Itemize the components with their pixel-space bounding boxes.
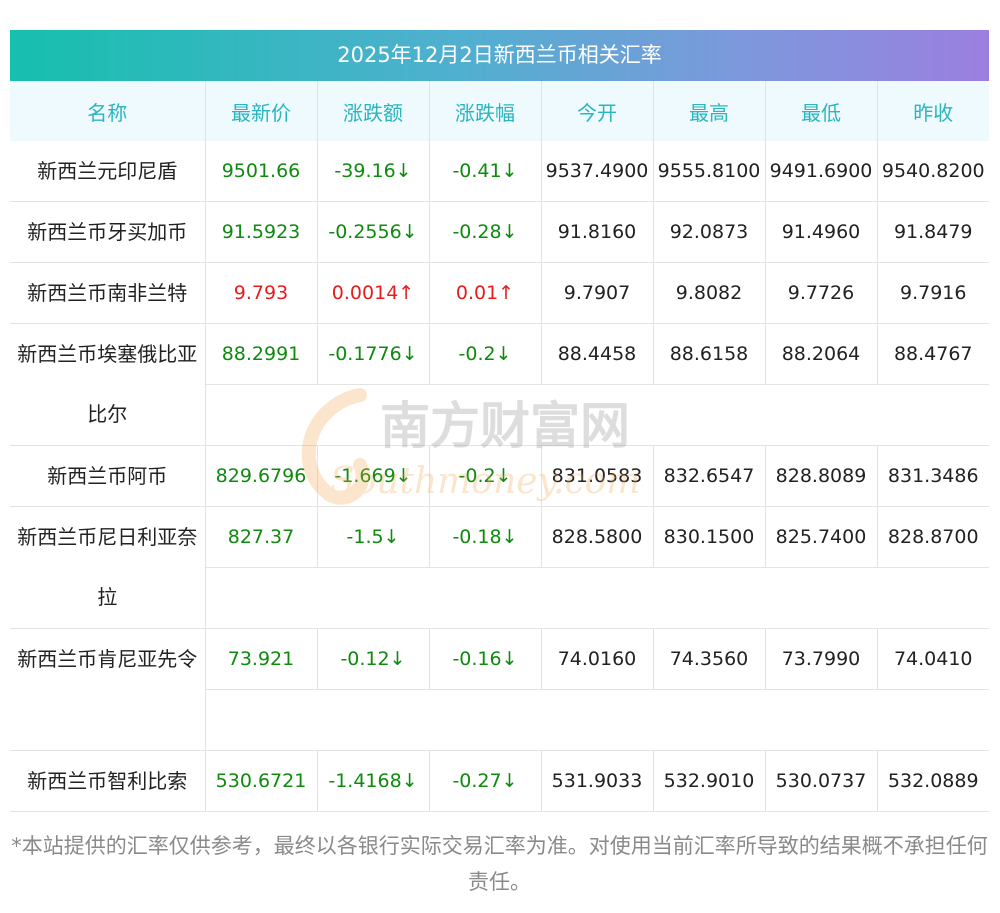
cell-prev: 831.3486 [877,445,989,507]
cell-open: 531.9033 [541,750,654,812]
currency-pair-name: 新西兰币埃塞俄比亚比尔 [10,323,206,446]
cell-open: 9537.4900 [541,141,654,202]
row-spacer [205,567,989,629]
cell-high: 830.1500 [653,506,766,568]
currency-pair-name: 新西兰币牙买加币 [10,201,206,263]
column-header-high: 最高 [653,81,766,141]
cell-pct: -0.18↓ [429,506,542,568]
cell-high: 92.0873 [653,201,766,263]
currency-pair-name: 新西兰币阿币 [10,445,206,507]
cell-open: 9.7907 [541,262,654,324]
column-header-open: 今开 [541,81,654,141]
cell-latest: 73.921 [205,628,318,690]
cell-high: 832.6547 [653,445,766,507]
cell-pct: -0.28↓ [429,201,542,263]
cell-open: 91.8160 [541,201,654,263]
cell-open: 74.0160 [541,628,654,690]
cell-low: 73.7990 [765,628,878,690]
row-spacer [205,689,989,751]
table-row: 新西兰币南非兰特 9.793 0.0014↑ 0.01↑ 9.7907 9.8082 9.7… [10,262,989,324]
cell-open: 831.0583 [541,445,654,507]
cell-low: 91.4960 [765,201,878,263]
cell-open: 88.4458 [541,323,654,385]
currency-pair-name: 新西兰币尼日利亚奈拉 [10,506,206,629]
cell-change: -0.12↓ [317,628,430,690]
cell-prev: 9.7916 [877,262,989,324]
table-body: 新西兰元印尼盾 9501.66 -39.16↓ -0.41↓ 9537.4900 9555… [10,141,989,812]
cell-prev: 88.4767 [877,323,989,385]
cell-change: -0.2556↓ [317,201,430,263]
column-header-latest: 最新价 [205,81,318,141]
cell-low: 9491.6900 [765,141,878,202]
cell-change: -1.4168↓ [317,750,430,812]
cell-pct: -0.2↓ [429,323,542,385]
cell-latest: 827.37 [205,506,318,568]
row-spacer [205,384,989,446]
cell-latest: 9501.66 [205,141,318,202]
cell-open: 828.5800 [541,506,654,568]
cell-latest: 91.5923 [205,201,318,263]
cell-high: 9555.8100 [653,141,766,202]
cell-latest: 88.2991 [205,323,318,385]
table-row: 新西兰币阿币 829.6796 -1.669↓ -0.2↓ 831.0583 832.65… [10,445,989,507]
cell-change: 0.0014↑ [317,262,430,324]
rate-table-container: 2025年12月2日新西兰币相关汇率 名称 最新价 涨跌额 涨跌幅 今开 最高 … [10,30,989,812]
cell-prev: 9540.8200 [877,141,989,202]
cell-change: -39.16↓ [317,141,430,202]
cell-prev: 828.8700 [877,506,989,568]
cell-pct: -0.16↓ [429,628,542,690]
cell-low: 88.2064 [765,323,878,385]
column-header-pct: 涨跌幅 [429,81,542,141]
cell-high: 9.8082 [653,262,766,324]
cell-prev: 91.8479 [877,201,989,263]
cell-low: 9.7726 [765,262,878,324]
currency-pair-name: 新西兰币南非兰特 [10,262,206,324]
cell-low: 825.7400 [765,506,878,568]
column-header-prev: 昨收 [877,81,989,141]
cell-low: 530.0737 [765,750,878,812]
disclaimer-note: *本站提供的汇率仅供参考，最终以各银行实际交易汇率为准。对使用当前汇率所导致的结… [11,834,988,894]
cell-latest: 530.6721 [205,750,318,812]
cell-change: -1.5↓ [317,506,430,568]
table-row: 新西兰元印尼盾 9501.66 -39.16↓ -0.41↓ 9537.4900 9555… [10,141,989,202]
table-title: 2025年12月2日新西兰币相关汇率 [10,30,989,81]
rate-table: 名称 最新价 涨跌额 涨跌幅 今开 最高 最低 昨收 新西兰元印尼盾 9501.6… [10,81,989,812]
cell-change: -0.1776↓ [317,323,430,385]
table-row: 新西兰币尼日利亚奈拉 827.37 -1.5↓ -0.18↓ 828.5800 830.1… [10,506,989,629]
cell-prev: 532.0889 [877,750,989,812]
cell-pct: -0.27↓ [429,750,542,812]
table-row: 新西兰币智利比索 530.6721 -1.4168↓ -0.27↓ 531.9033 53… [10,750,989,812]
table-row: 新西兰币埃塞俄比亚比尔 88.2991 -0.1776↓ -0.2↓ 88.4458 88… [10,323,989,446]
currency-pair-name: 新西兰元印尼盾 [10,141,206,202]
cell-prev: 74.0410 [877,628,989,690]
cell-latest: 829.6796 [205,445,318,507]
column-header-low: 最低 [765,81,878,141]
cell-latest: 9.793 [205,262,318,324]
cell-high: 88.6158 [653,323,766,385]
cell-low: 828.8089 [765,445,878,507]
cell-high: 74.3560 [653,628,766,690]
cell-pct: -0.2↓ [429,445,542,507]
currency-pair-name: 新西兰币肯尼亚先令 [10,628,206,751]
cell-pct: -0.41↓ [429,141,542,202]
column-header-change: 涨跌额 [317,81,430,141]
cell-change: -1.669↓ [317,445,430,507]
table-header-row: 名称 最新价 涨跌额 涨跌幅 今开 最高 最低 昨收 [10,81,989,141]
table-row: 新西兰币肯尼亚先令 73.921 -0.12↓ -0.16↓ 74.0160 74.356… [10,628,989,751]
cell-pct: 0.01↑ [429,262,542,324]
cell-high: 532.9010 [653,750,766,812]
column-header-name: 名称 [10,81,206,141]
currency-pair-name: 新西兰币智利比索 [10,750,206,812]
table-row: 新西兰币牙买加币 91.5923 -0.2556↓ -0.28↓ 91.8160 92.0… [10,201,989,263]
